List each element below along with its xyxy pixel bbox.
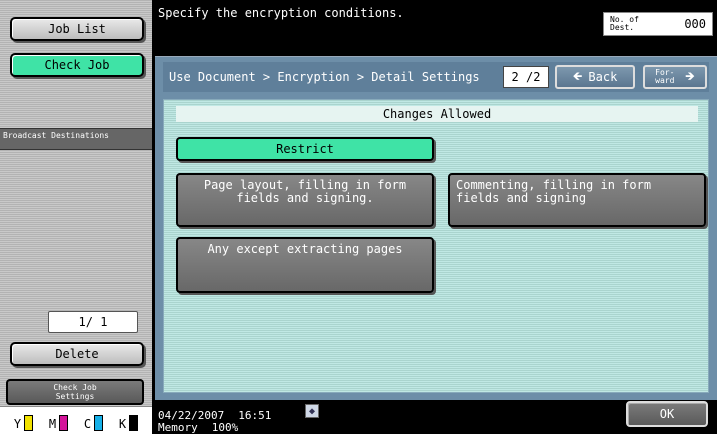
ok-button[interactable]: OK bbox=[626, 401, 708, 427]
check-job-settings-line1: Check Job bbox=[53, 383, 97, 392]
dest-count: 000 bbox=[684, 17, 706, 31]
left-sidebar: Job List Check Job Broadcast Destination… bbox=[0, 0, 154, 434]
sidebar-page-text: 1/ 1 bbox=[78, 315, 108, 329]
except-extracting-option-button[interactable]: Any except extracting pages bbox=[176, 237, 434, 293]
instruction-message: Specify the encryption conditions. bbox=[158, 6, 404, 20]
job-list-label: Job List bbox=[48, 22, 106, 36]
breadcrumb: Use Document > Encryption > Detail Setti… bbox=[169, 70, 480, 84]
options-area: Changes Allowed Restrict Page layout, fi… bbox=[163, 99, 709, 393]
commenting-option-button[interactable]: Commenting, filling in form fields and s… bbox=[448, 173, 706, 227]
status-time: 16:51 bbox=[238, 409, 272, 422]
section-title: Changes Allowed bbox=[176, 106, 698, 122]
breadcrumb-bar: Use Document > Encryption > Detail Setti… bbox=[163, 62, 709, 92]
toner-letter: K bbox=[118, 417, 127, 431]
back-button[interactable]: 🡸 Back bbox=[555, 65, 635, 89]
forward-label: For- ward bbox=[655, 68, 675, 85]
delete-button[interactable]: Delete bbox=[10, 342, 144, 366]
toner-bar-icon bbox=[59, 415, 69, 431]
toner-letter: M bbox=[48, 417, 57, 431]
ok-label: OK bbox=[659, 407, 675, 421]
back-label: Back bbox=[588, 70, 618, 84]
page-layout-label: Page layout, filling in form fields and … bbox=[203, 178, 407, 205]
broadcast-header-label: Broadcast Destinations bbox=[3, 131, 109, 140]
check-job-settings-button[interactable]: Check Job Settings bbox=[6, 379, 144, 405]
job-list-button[interactable]: Job List bbox=[10, 17, 144, 41]
memory-value: 100% bbox=[211, 421, 239, 434]
except-extracting-label: Any except extracting pages bbox=[207, 242, 403, 256]
section-title-text: Changes Allowed bbox=[382, 107, 492, 121]
broadcast-destinations-header: Broadcast Destinations bbox=[0, 128, 152, 150]
status-bar: 04/22/2007 16:51 Memory 100% bbox=[158, 410, 271, 434]
check-job-settings-line2: Settings bbox=[55, 392, 95, 401]
check-job-label: Check Job bbox=[44, 58, 110, 72]
toner-letter: C bbox=[83, 417, 92, 431]
arrow-left-icon: 🡸 bbox=[572, 68, 583, 83]
restrict-label: Restrict bbox=[276, 141, 334, 156]
destination-count-box: No. of Dest. 000 bbox=[603, 12, 713, 36]
toner-letter: Y bbox=[13, 417, 22, 431]
page-indicator: 2 /2 bbox=[503, 66, 549, 88]
restrict-option-button[interactable]: Restrict bbox=[176, 137, 434, 161]
toner-bar-icon bbox=[24, 415, 34, 431]
check-job-button[interactable]: Check Job bbox=[10, 53, 144, 77]
memory-label: Memory bbox=[158, 421, 198, 434]
toner-cyan: C bbox=[83, 415, 104, 431]
commenting-label: Commenting, filling in form fields and s… bbox=[456, 178, 652, 205]
main-panel: Use Document > Encryption > Detail Setti… bbox=[155, 56, 717, 400]
network-icon: ◆ bbox=[305, 404, 319, 418]
toner-magenta: M bbox=[48, 415, 69, 431]
sidebar-page-indicator: 1/ 1 bbox=[48, 311, 138, 333]
toner-yellow: Y bbox=[13, 415, 34, 431]
toner-bar-icon bbox=[129, 415, 139, 431]
toner-bar-icon bbox=[94, 415, 104, 431]
forward-button[interactable]: For- ward 🡺 bbox=[643, 65, 707, 89]
toner-black: K bbox=[118, 415, 139, 431]
page-indicator-text: 2 /2 bbox=[511, 70, 541, 84]
toner-levels: Y M C K bbox=[0, 406, 152, 434]
page-layout-option-button[interactable]: Page layout, filling in form fields and … bbox=[176, 173, 434, 227]
delete-label: Delete bbox=[55, 347, 99, 361]
arrow-right-icon: 🡺 bbox=[685, 68, 695, 83]
dest-label: No. of Dest. bbox=[610, 15, 639, 32]
